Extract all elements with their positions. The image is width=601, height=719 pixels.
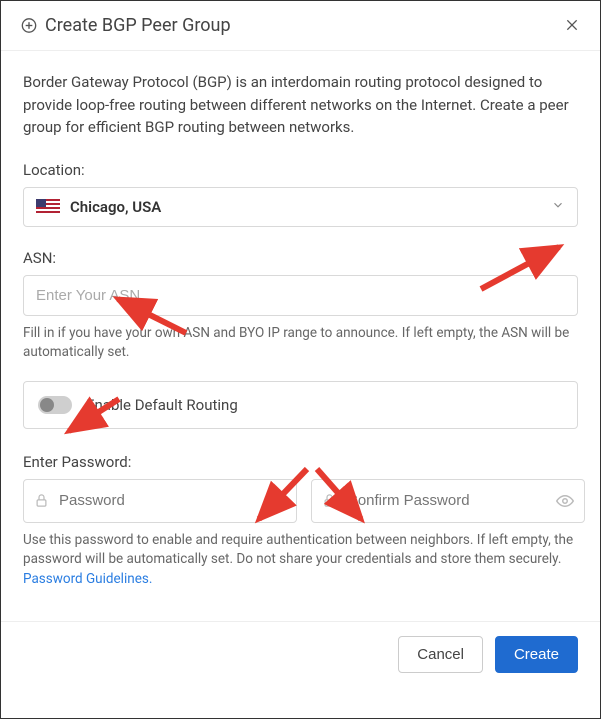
confirm-password-field-wrapper [311,479,585,523]
asn-helper: Fill in if you have your own ASN and BYO… [23,324,578,363]
location-value: Chicago, USA [70,198,161,216]
lock-icon [34,493,49,508]
default-routing-toggle[interactable] [38,396,72,414]
password-helper-text: Use this password to enable and require … [23,532,573,568]
default-routing-label: Enable Default Routing [86,396,238,414]
location-select[interactable]: Chicago, USA [23,187,578,227]
password-field-wrapper [23,479,297,523]
lock-icon [322,493,337,508]
intro-text: Border Gateway Protocol (BGP) is an inte… [23,71,578,139]
create-button[interactable]: Create [495,636,578,673]
location-label: Location: [23,161,578,179]
eye-icon[interactable] [268,492,286,510]
modal-title: Create BGP Peer Group [45,15,231,36]
password-helper: Use this password to enable and require … [23,531,578,590]
plus-circle-icon [21,18,37,34]
cancel-button[interactable]: Cancel [398,636,483,673]
chevron-down-icon [551,198,565,216]
password-guidelines-link[interactable]: Password Guidelines. [23,571,152,587]
default-routing-card: Enable Default Routing [23,381,578,429]
confirm-password-input[interactable] [345,491,548,510]
close-icon[interactable] [564,16,580,36]
modal-footer: Cancel Create [1,621,600,691]
modal-header: Create BGP Peer Group [1,1,600,51]
password-input[interactable] [57,491,260,510]
password-label: Enter Password: [23,453,578,471]
flag-us-icon [36,199,60,215]
asn-input[interactable] [23,275,578,316]
asn-label: ASN: [23,249,578,267]
eye-icon[interactable] [556,492,574,510]
